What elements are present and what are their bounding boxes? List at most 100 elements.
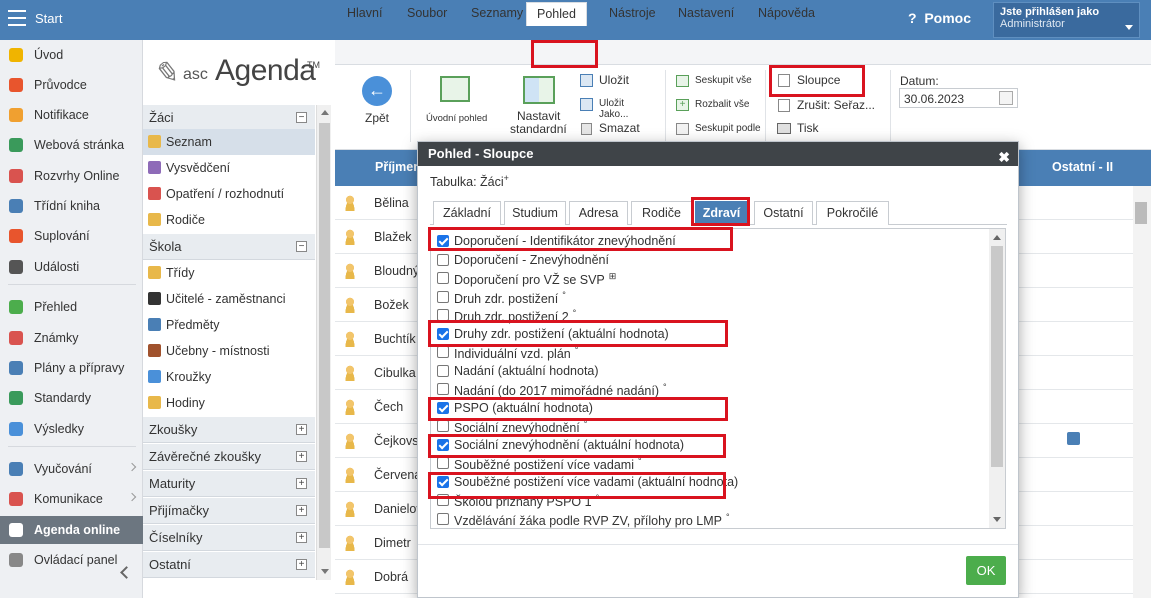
group-all-button[interactable]: Seskupit vše [676,74,756,89]
menu-5[interactable]: Nastavení [678,6,734,20]
tab-2[interactable]: Adresa [569,201,628,225]
checkbox[interactable] [437,402,449,414]
section-group-6[interactable]: Číselníky + [143,525,315,551]
nav-item-3[interactable]: Webová stránka [0,131,143,159]
nav-item-11[interactable]: Standardy [0,384,143,412]
expand-icon[interactable]: + [296,451,307,462]
print-button[interactable]: Tisk [776,120,836,138]
nav-item-7[interactable]: Události [0,253,143,281]
hamburger-menu-icon[interactable] [8,10,26,26]
nav-icon [9,523,23,537]
checkbox[interactable] [437,254,449,266]
tab-0[interactable]: Základní [433,201,501,225]
collapse-icon[interactable]: − [296,241,307,252]
nav-item-8[interactable]: Přehled [0,293,143,321]
checkbox[interactable] [437,513,449,525]
section-item-4[interactable]: Třídy [143,260,315,286]
tab-1[interactable]: Studium [504,201,566,225]
checkbox[interactable] [437,439,449,451]
nav-item-12[interactable]: Výsledky [0,415,143,443]
user-dropdown[interactable]: Jste přihlášen jako Administrátor [993,2,1140,38]
home-view-button[interactable]: Úvodní pohled [422,76,488,132]
column-header-other[interactable]: Ostatní - II [1052,160,1113,174]
section-group-5[interactable]: Přijímačky + [143,498,315,524]
nav-item-13[interactable]: Vyučování [0,455,143,483]
nav-item-4[interactable]: Rozvrhy Online [0,162,143,190]
tab-4[interactable]: Zdraví [695,201,748,225]
nav-item-0[interactable]: Úvod [0,41,143,69]
expand-all-button[interactable]: + Rozbalit vše [676,98,756,113]
expand-icon[interactable]: + [296,478,307,489]
checkbox[interactable] [437,272,449,284]
back-button[interactable]: ← Zpět [355,76,403,132]
section-item-1[interactable]: Vysvědčení [143,155,315,181]
expand-icon[interactable]: + [296,424,307,435]
section-group-3[interactable]: Závěrečné zkoušky + [143,444,315,470]
expand-icon[interactable]: + [296,505,307,516]
section-group-0[interactable]: Žáci − [143,105,315,131]
ok-button[interactable]: OK [966,556,1006,585]
help-button[interactable]: ? Pomoc [908,10,971,26]
collapse-icon[interactable]: − [296,112,307,123]
tab-6[interactable]: Pokročilé [816,201,889,225]
menu-4[interactable]: Nástroje [609,6,656,20]
delete-button[interactable]: Smazat [580,121,650,137]
checkbox[interactable] [437,476,449,488]
checkbox[interactable] [437,291,449,303]
checkbox[interactable] [437,328,449,340]
grid-scrollbar[interactable] [1133,186,1151,598]
group-by-button[interactable]: Seskupit podle [676,122,761,137]
menu-1[interactable]: Soubor [407,6,447,20]
nav-item-1[interactable]: Průvodce [0,71,143,99]
section-group-1[interactable]: Škola − [143,234,315,260]
checkbox[interactable] [437,383,449,395]
nav-item-6[interactable]: Suplování [0,222,143,250]
checkbox[interactable] [437,420,449,432]
nav-item-15[interactable]: Agenda online [0,516,143,544]
date-input[interactable]: 30.06.2023 [899,88,1018,108]
section-nav-scrollbar[interactable] [316,105,331,580]
section-item-9[interactable]: Hodiny [143,390,315,416]
checkbox[interactable] [437,346,449,358]
menu-3[interactable]: Pohled [526,2,587,26]
checkbox[interactable] [437,494,449,506]
menu-0[interactable]: Hlavní [347,6,382,20]
tab-5[interactable]: Ostatní [754,201,813,225]
calendar-icon[interactable] [999,91,1013,105]
menu-6[interactable]: Nápověda [758,6,815,20]
expand-icon[interactable]: + [296,532,307,543]
section-group-label: Přijímačky [149,503,209,518]
nav-item-14[interactable]: Komunikace [0,485,143,513]
columns-list-scrollbar[interactable] [989,229,1005,528]
section-item-2[interactable]: Opatření / rozhodnutí [143,181,315,207]
checkbox[interactable] [437,235,449,247]
section-item-3[interactable]: Rodiče [143,207,315,233]
nav-item-10[interactable]: Plány a přípravy [0,354,143,382]
section-item-8[interactable]: Kroužky [143,364,315,390]
save-button[interactable]: Uložit [580,73,650,89]
set-standard-button[interactable]: Nastavit standardní [505,76,573,136]
cancel-sort-button[interactable]: Zrušit: Seřaz... [776,97,881,115]
column-option-label: Nadání (do 2017 mimořádné nadání) ° [454,382,667,399]
section-group-4[interactable]: Maturity + [143,471,315,497]
section-item-5[interactable]: Učitelé - zaměstnanci [143,286,315,312]
checkbox[interactable] [437,457,449,469]
menu-2[interactable]: Seznamy [471,6,523,20]
tab-3[interactable]: Rodiče [631,201,692,225]
start-label[interactable]: Start [35,11,62,26]
nav-item-5[interactable]: Třídní kniha [0,192,143,220]
expand-icon[interactable]: + [296,559,307,570]
nav-item-2[interactable]: Notifikace [0,101,143,129]
close-icon[interactable]: ✖ [998,145,1010,169]
checkbox[interactable] [437,309,449,321]
checkbox[interactable] [437,365,449,377]
section-item-7[interactable]: Učebny - místnosti [143,338,315,364]
section-item-6[interactable]: Předměty [143,312,315,338]
columns-button[interactable]: Sloupce [776,72,856,90]
nav-item-9[interactable]: Známky [0,324,143,352]
section-item-0[interactable]: Seznam [143,129,315,155]
section-item-icon [148,344,161,357]
save-as-button[interactable]: Uložit Jako... [580,97,655,120]
section-group-2[interactable]: Zkoušky + [143,417,315,443]
section-group-7[interactable]: Ostatní + [143,552,315,578]
